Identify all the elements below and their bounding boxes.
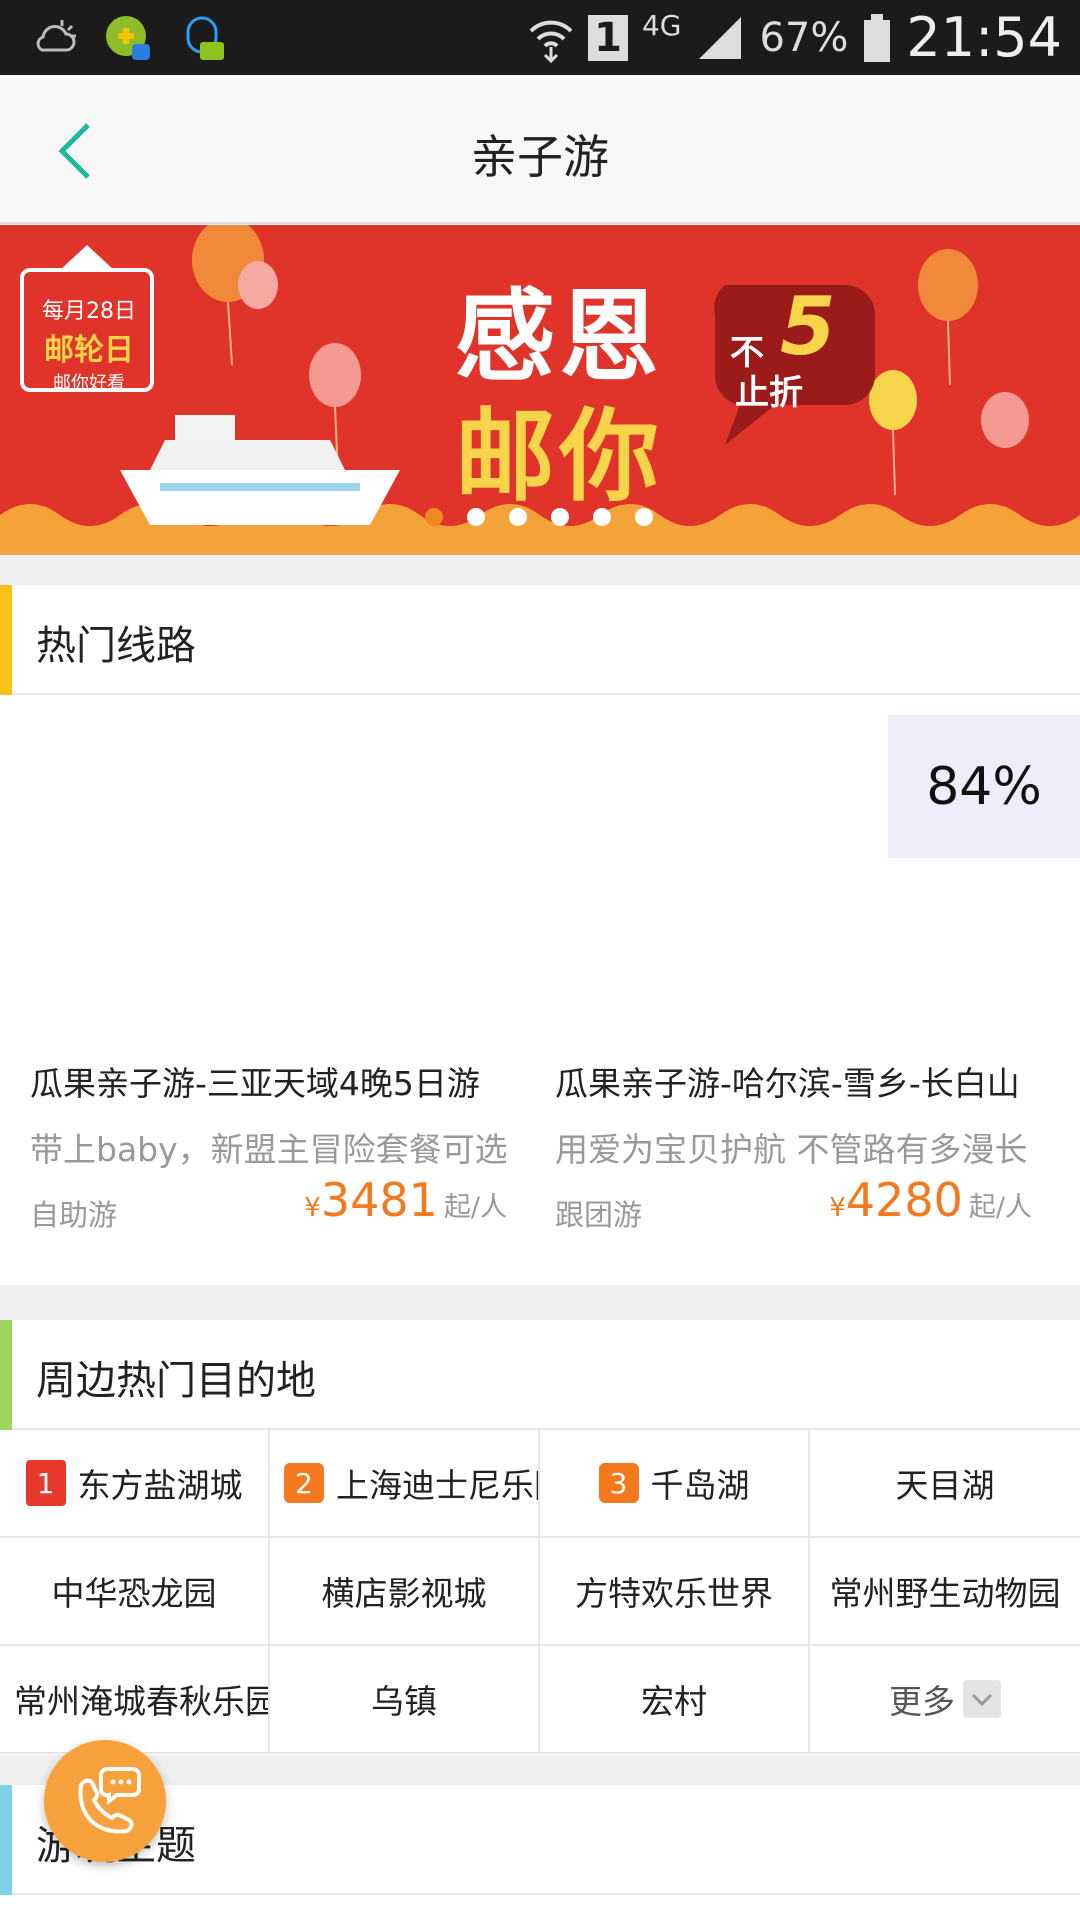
price-value: 4280 <box>845 1173 963 1227</box>
route-price: ¥4280 起/人 <box>829 1173 1032 1227</box>
currency-symbol: ¥ <box>304 1193 321 1223</box>
call-service-button[interactable] <box>44 1740 166 1862</box>
section-accent-bar <box>0 1785 12 1895</box>
destination-item[interactable]: 常州野生动物园 <box>810 1538 1080 1646</box>
banner-stamp-line3: 邮你好看 <box>53 373 125 394</box>
destination-name: 乌镇 <box>371 1682 437 1721</box>
destination-item[interactable]: 宏村 <box>540 1646 810 1754</box>
route-name: 瓜果亲子游-三亚天域4晚5日游 <box>30 1064 480 1103</box>
route-type: 自助游 <box>30 1198 118 1232</box>
carousel-dot[interactable] <box>467 508 485 526</box>
carousel-dots <box>425 508 653 526</box>
weather-cloud-icon <box>36 20 76 52</box>
clock: 21:54 <box>906 6 1062 69</box>
route-name: 瓜果亲子游-哈尔滨-雪乡-长白山 <box>555 1064 1020 1103</box>
signal-icon <box>699 16 742 59</box>
route-description: 用爱为宝贝护航 不管路有多漫长 <box>555 1130 1028 1169</box>
destination-item[interactable]: 横店影视城 <box>270 1538 540 1646</box>
destination-name: 千岛湖 <box>650 1466 750 1505</box>
rank-badge: 1 <box>25 1460 66 1506</box>
status-bar: 1 4G 67% 21:54 <box>0 0 1080 75</box>
more-label: 更多 <box>889 1682 955 1721</box>
destination-name: 方特欢乐世界 <box>575 1574 773 1613</box>
destinations-section: 周边热门目的地 1 东方盐湖城 2 上海迪士尼乐园 3 千岛湖 天目湖 中华恐龙园 横… <box>0 1320 1080 1755</box>
battery-icon <box>864 13 891 62</box>
carousel-dot[interactable] <box>635 508 653 526</box>
destination-item[interactable]: 乌镇 <box>270 1646 540 1754</box>
carousel-dot[interactable] <box>509 508 527 526</box>
price-unit: 起/人 <box>443 1192 507 1223</box>
destination-name: 宏村 <box>641 1682 707 1721</box>
route-description: 带上baby，新盟主冒险套餐可选 <box>30 1130 508 1169</box>
network-type: 4G <box>641 9 682 42</box>
route-price: ¥3481 起/人 <box>304 1173 507 1227</box>
carousel-dot[interactable] <box>593 508 611 526</box>
sim-slot: 1 <box>588 14 628 61</box>
destination-item[interactable]: 1 东方盐湖城 <box>0 1430 270 1538</box>
destination-item[interactable]: 常州淹城春秋乐园 <box>0 1646 270 1754</box>
nav-bar: 亲子游 <box>0 75 1080 224</box>
hot-routes-header: 热门线路 <box>0 585 1080 695</box>
route-type: 跟团游 <box>555 1198 643 1232</box>
destination-item[interactable]: 3 千岛湖 <box>540 1430 810 1538</box>
battery-percent: 67% <box>759 14 849 61</box>
price-unit: 起/人 <box>968 1192 1032 1223</box>
more-button[interactable]: 更多 <box>810 1646 1080 1754</box>
chat-message-icon <box>186 16 224 60</box>
carousel-dot[interactable] <box>425 508 443 526</box>
destinations-grid: 1 东方盐湖城 2 上海迪士尼乐园 3 千岛湖 天目湖 中华恐龙园 横店影视城 方特欢… <box>0 1430 1080 1755</box>
page-title: 亲子游 <box>471 130 609 184</box>
banner-stamp: 每月28日 邮轮日 邮你好看 <box>34 293 144 395</box>
destination-name: 上海迪士尼乐园 <box>336 1466 538 1505</box>
destination-name: 中华恐龙园 <box>51 1574 217 1613</box>
rank-badge: 2 <box>284 1463 324 1503</box>
section-accent-bar <box>0 585 12 695</box>
destination-name: 常州野生动物园 <box>829 1574 1061 1613</box>
destination-name: 横店影视城 <box>321 1574 487 1613</box>
price-value: 3481 <box>320 1173 438 1227</box>
destination-name: 天目湖 <box>895 1466 995 1505</box>
section-accent-bar <box>0 1320 12 1430</box>
destination-item[interactable]: 方特欢乐世界 <box>540 1538 810 1646</box>
wifi-icon <box>529 20 573 63</box>
banner-tag-bottom: 止折 <box>735 373 803 413</box>
progress-badge: 84% <box>888 715 1080 858</box>
banner-stamp-line1: 每月28日 <box>42 299 136 324</box>
carousel-dot[interactable] <box>551 508 569 526</box>
hot-routes-title: 热门线路 <box>36 623 196 669</box>
rank-badge: 3 <box>598 1463 639 1503</box>
banner-tag-num: 5 <box>780 280 836 373</box>
destination-item[interactable]: 中华恐龙园 <box>0 1538 270 1646</box>
banner-headline-2: 邮你 <box>455 397 663 515</box>
banner-stamp-line2: 邮轮日 <box>44 333 134 368</box>
route-card[interactable]: 瓜果亲子游-三亚天域4晚5日游 带上baby，新盟主冒险套餐可选 自助游 ¥34… <box>0 695 525 1285</box>
destinations-title: 周边热门目的地 <box>36 1358 316 1404</box>
promo-banner[interactable]: 每月28日 邮轮日 邮你好看 感恩 邮你 不 5 止折 <box>0 225 1080 555</box>
hot-routes-section: 热门线路 瓜果亲子游-三亚天域4晚5日游 带上baby，新盟主冒险套餐可选 自助… <box>0 585 1080 1285</box>
destinations-header: 周边热门目的地 <box>0 1320 1080 1430</box>
currency-symbol: ¥ <box>829 1193 846 1223</box>
destination-item[interactable]: 2 上海迪士尼乐园 <box>270 1430 540 1538</box>
phone-chat-icon <box>78 1767 141 1834</box>
destination-name: 常州淹城春秋乐园 <box>14 1682 270 1721</box>
chevron-down-icon <box>963 1680 1001 1718</box>
route-image <box>0 717 525 1017</box>
game-app-icon <box>106 16 150 60</box>
destination-name: 东方盐湖城 <box>77 1466 243 1505</box>
destination-item[interactable]: 天目湖 <box>810 1430 1080 1538</box>
